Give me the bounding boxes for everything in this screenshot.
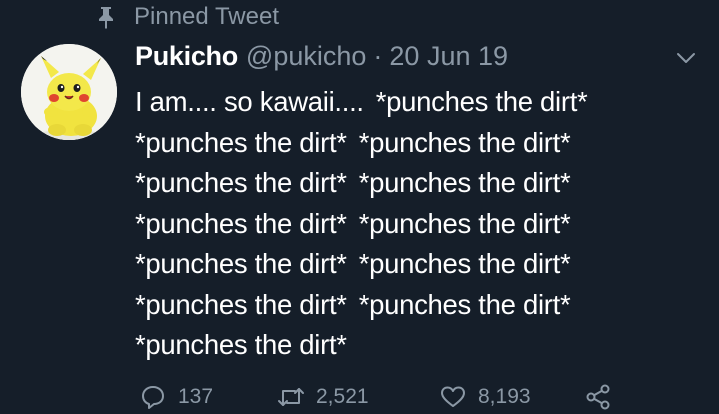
like-button[interactable]: 8,193 [438, 382, 583, 412]
display-name[interactable]: Pukicho [135, 41, 238, 72]
share-icon [583, 382, 613, 412]
reply-icon [138, 382, 168, 412]
tweet-header: Pukicho @pukicho · 20 Jun 19 [135, 38, 508, 74]
pikachu-plush-image [21, 44, 117, 140]
tweet-line: *punches the dirt* *punches the dirt* [135, 167, 571, 198]
tweet-actions: 137 2,521 8,193 [138, 380, 623, 414]
separator-dot: · [373, 40, 383, 71]
tweet-line: *punches the dirt* *punches the dirt* [135, 126, 571, 158]
retweet-count: 2,521 [316, 385, 369, 408]
chevron-down-icon[interactable] [672, 44, 700, 72]
heart-icon [438, 382, 468, 412]
like-count: 8,193 [478, 385, 531, 408]
tweet-text: I am.... so kawaii.... *punches the dirt*… [135, 82, 588, 366]
reply-count: 137 [178, 385, 214, 408]
tweet-date[interactable]: 20 Jun 19 [389, 41, 508, 72]
tweet-line: I am.... so kawaii.... *punches the dirt* [135, 86, 588, 117]
tweet-line: *punches the dirt* [135, 329, 347, 360]
pinned-label: Pinned Tweet [134, 3, 279, 30]
tweet-line: *punches the dirt* *punches the dirt* [135, 288, 571, 320]
share-button[interactable] [583, 382, 623, 412]
tweet-line: *punches the dirt* *punches the dirt* [135, 248, 571, 279]
retweet-icon [276, 382, 306, 412]
pinned-tweet-indicator: Pinned Tweet [92, 2, 279, 32]
user-handle[interactable]: @pukicho [246, 41, 366, 72]
reply-button[interactable]: 137 [138, 382, 276, 412]
avatar[interactable] [21, 44, 117, 140]
tweet-line: *punches the dirt* *punches the dirt* [135, 207, 571, 239]
pin-icon [92, 3, 120, 31]
retweet-button[interactable]: 2,521 [276, 382, 438, 412]
